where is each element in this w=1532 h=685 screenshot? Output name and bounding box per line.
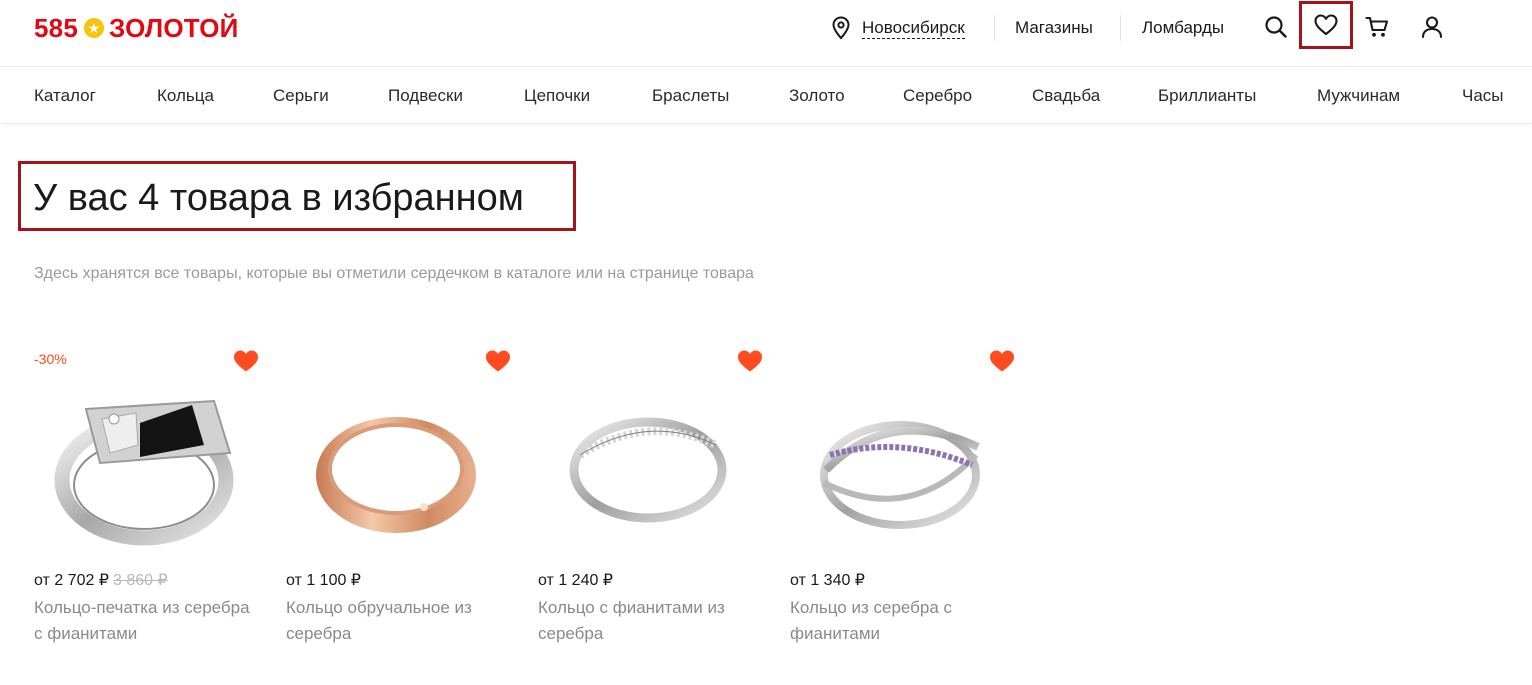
product-card[interactable]: от 1 340 ₽ Кольцо из серебра с фианитами: [790, 345, 1015, 655]
search-button[interactable]: [1258, 9, 1294, 45]
crossover-ring-image[interactable]: [800, 375, 1005, 565]
nav-item-men[interactable]: Мужчинам: [1317, 86, 1400, 106]
brand-name: ЗОЛОТОЙ: [108, 12, 239, 43]
cart-button[interactable]: [1359, 9, 1395, 45]
heart-filled-icon: [990, 350, 1014, 372]
page-title: У вас 4 товара в избранном: [33, 177, 524, 219]
divider: [1120, 15, 1121, 41]
user-icon: [1421, 16, 1443, 39]
brand-logo[interactable]: 585 ★ ЗОЛОТОЙ: [34, 12, 239, 44]
search-icon: [1265, 16, 1287, 38]
pawnshops-link[interactable]: Ломбарды: [1142, 17, 1224, 39]
nav-item-gold[interactable]: Золото: [789, 86, 845, 106]
product-card[interactable]: -30% от 2 702 ₽3 860 ₽ Кольцо-печатка из…: [34, 345, 259, 655]
nav-item-wedding[interactable]: Свадьба: [1032, 86, 1100, 106]
nav-item-pendants[interactable]: Подвески: [388, 86, 463, 106]
location-pin-icon: [832, 16, 850, 40]
signet-ring-image[interactable]: [44, 375, 249, 565]
product-name[interactable]: Кольцо с фианитами из серебра: [538, 595, 763, 647]
site-header: 585 ★ ЗОЛОТОЙ Новосибирск Магазины Ломба…: [0, 0, 1532, 67]
city-name: Новосибирск: [862, 17, 965, 39]
product-name[interactable]: Кольцо обручальное из серебра: [286, 595, 511, 647]
favorite-button[interactable]: [737, 349, 763, 373]
nav-item-watches[interactable]: Часы: [1462, 86, 1504, 106]
page-subtitle: Здесь хранятся все товары, которые вы от…: [34, 265, 754, 282]
heart-filled-icon: [486, 350, 510, 372]
wedding-band-image[interactable]: [296, 375, 501, 565]
current-price: от 1 340 ₽: [790, 572, 865, 589]
discount-badge: -30%: [34, 351, 67, 367]
price: от 1 100 ₽: [286, 571, 361, 591]
favorites-button[interactable]: [1299, 1, 1353, 49]
product-name[interactable]: Кольцо-печатка из серебра с фианитами: [34, 595, 259, 647]
account-button[interactable]: [1414, 9, 1450, 45]
old-price: 3 860 ₽: [112, 572, 168, 589]
star-icon: ★: [83, 18, 104, 38]
favorite-button[interactable]: [485, 349, 511, 373]
nav-item-silver[interactable]: Серебро: [903, 86, 972, 106]
nav-item-diamonds[interactable]: Бриллианты: [1158, 86, 1256, 106]
heart-outline-icon: [1314, 14, 1338, 36]
nav-item-catalog[interactable]: Каталог: [34, 86, 96, 106]
nav-item-chains[interactable]: Цепочки: [524, 86, 590, 106]
price: от 2 702 ₽3 860 ₽: [34, 571, 168, 591]
heart-filled-icon: [234, 350, 258, 372]
product-card[interactable]: от 1 240 ₽ Кольцо с фианитами из серебра: [538, 345, 763, 655]
nav-item-rings[interactable]: Кольца: [157, 86, 214, 106]
favorite-button[interactable]: [233, 349, 259, 373]
stores-link[interactable]: Магазины: [1015, 17, 1093, 39]
main-navigation: Каталог Кольца Серьги Подвески Цепочки Б…: [0, 67, 1532, 124]
favorite-button[interactable]: [989, 349, 1015, 373]
current-price: от 2 702 ₽: [34, 572, 109, 589]
price: от 1 340 ₽: [790, 571, 865, 591]
product-card[interactable]: от 1 100 ₽ Кольцо обручальное из серебра: [286, 345, 511, 655]
price: от 1 240 ₽: [538, 571, 613, 591]
nav-item-bracelets[interactable]: Браслеты: [652, 86, 729, 106]
nav-item-earrings[interactable]: Серьги: [273, 86, 329, 106]
divider: [994, 15, 995, 41]
heart-filled-icon: [738, 350, 762, 372]
thin-ring-image[interactable]: [548, 375, 753, 565]
product-name[interactable]: Кольцо из серебра с фианитами: [790, 595, 1015, 647]
current-price: от 1 100 ₽: [286, 572, 361, 589]
brand-number: 585: [34, 12, 78, 43]
current-price: от 1 240 ₽: [538, 572, 613, 589]
cart-icon: [1365, 16, 1389, 37]
city-selector[interactable]: Новосибирск: [830, 14, 965, 42]
